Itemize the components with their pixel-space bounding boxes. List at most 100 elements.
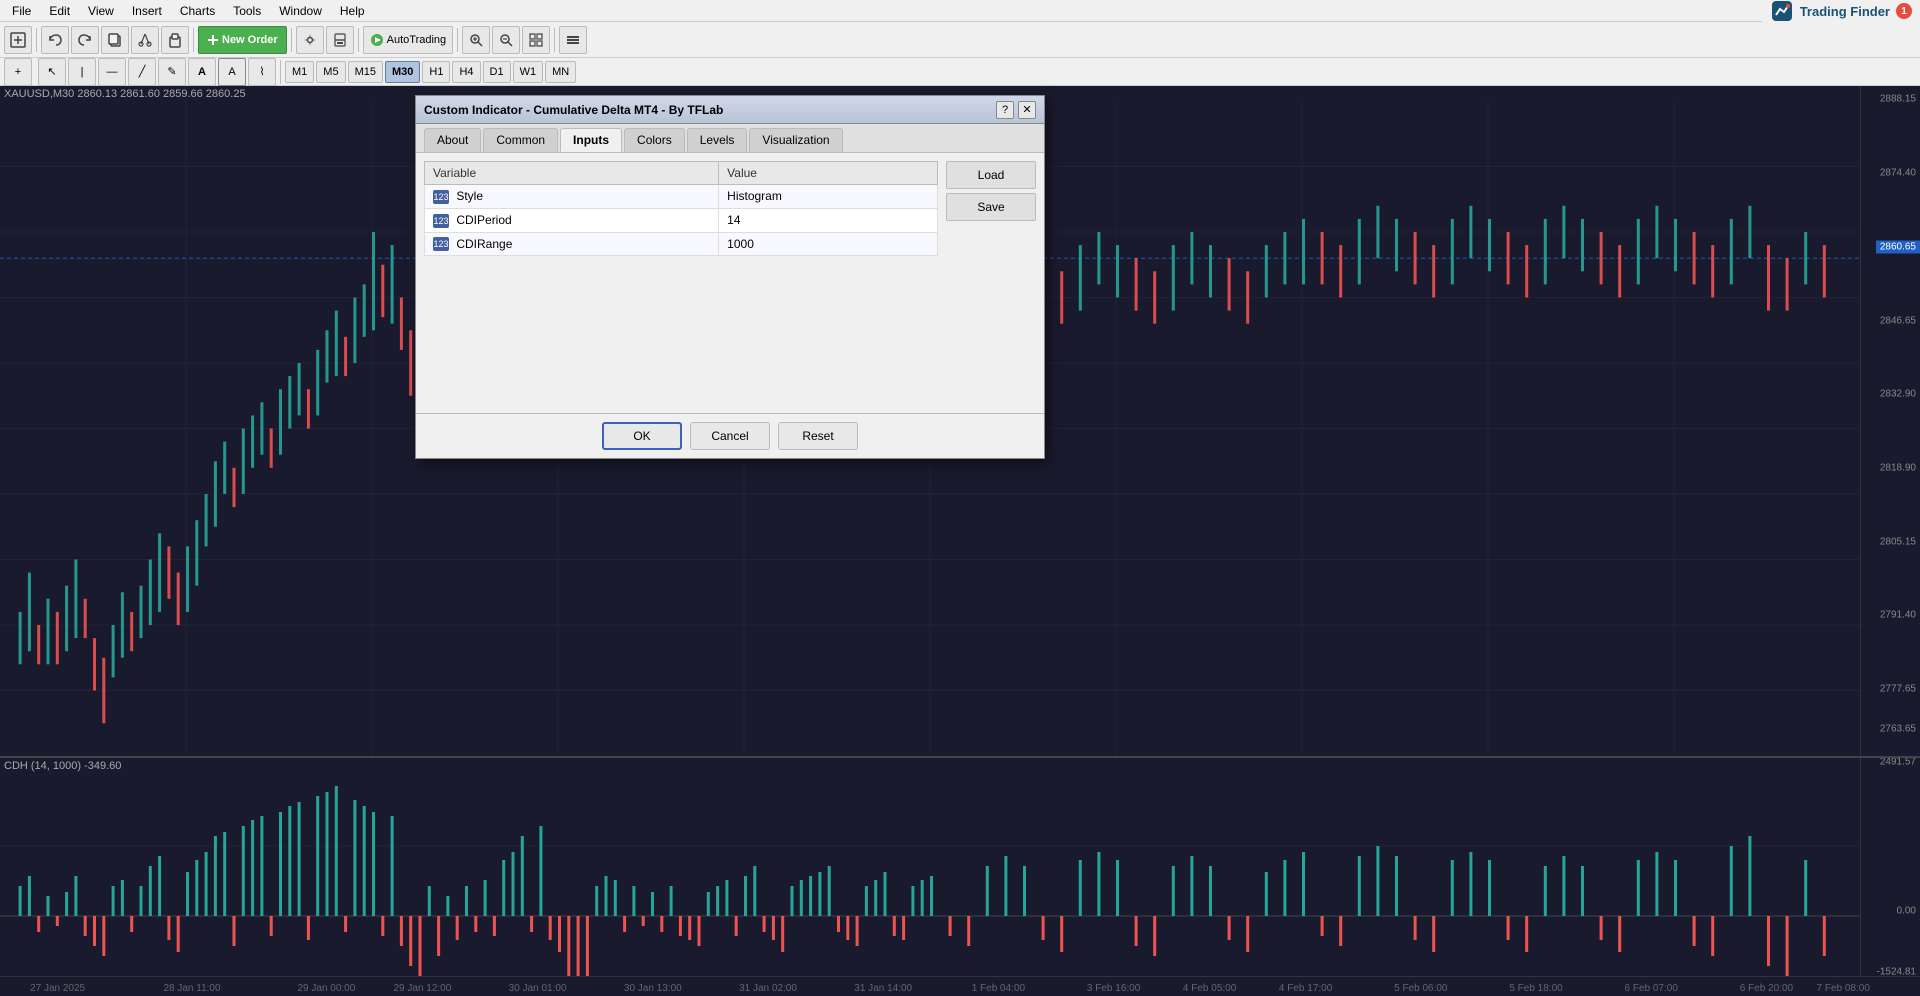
tab-inputs[interactable]: Inputs (560, 128, 622, 152)
tf-m15[interactable]: M15 (348, 61, 383, 83)
separator-6 (554, 28, 555, 52)
indicator-svg (0, 776, 1860, 976)
modal-help-btn[interactable]: ? (996, 101, 1014, 119)
tf-m30[interactable]: M30 (385, 61, 420, 83)
ok-button[interactable]: OK (602, 422, 682, 450)
table-row[interactable]: 123 Style Histogram (425, 185, 938, 209)
tab-colors[interactable]: Colors (624, 128, 685, 152)
tab-common[interactable]: Common (483, 128, 558, 152)
print-btn[interactable] (326, 26, 354, 54)
time-label-13: 5 Feb 18:00 (1509, 983, 1562, 994)
zoom-in-btn[interactable] (462, 26, 490, 54)
new-chart-btn[interactable] (4, 26, 32, 54)
tf-m5[interactable]: M5 (316, 61, 345, 83)
autotrading-btn[interactable]: AutoTrading (363, 26, 454, 54)
navigator-btn[interactable] (559, 26, 587, 54)
separator-4 (358, 28, 359, 52)
cancel-button[interactable]: Cancel (690, 422, 770, 450)
fibonacci-btn[interactable]: ⌇ (248, 58, 276, 86)
time-label-0: 27 Jan 2025 (30, 983, 85, 994)
save-btn[interactable]: Save (946, 193, 1036, 221)
menu-charts[interactable]: Charts (172, 2, 223, 20)
row-variable-0: 123 Style (425, 185, 719, 209)
zoom-out-btn[interactable] (492, 26, 520, 54)
menu-file[interactable]: File (4, 2, 39, 20)
separator-3 (291, 28, 292, 52)
modal-tabs: About Common Inputs Colors Levels Visual… (416, 124, 1044, 153)
menu-window[interactable]: Window (271, 2, 330, 20)
row-value-2: 1000 (719, 232, 938, 256)
indicator-label: CDH (14, 1000) -349.60 (4, 760, 121, 772)
draw-tools-btn[interactable]: ✎ (158, 58, 186, 86)
crosshair-btn[interactable]: + (4, 58, 32, 86)
toolbar: New Order AutoTrading (0, 22, 1920, 58)
table-row[interactable]: 123 CDIRange 1000 (425, 232, 938, 256)
tf-d1[interactable]: D1 (483, 61, 511, 83)
menu-view[interactable]: View (80, 2, 122, 20)
text-btn[interactable]: A (188, 58, 216, 86)
paste-btn[interactable] (161, 26, 189, 54)
label-btn[interactable]: A (218, 58, 246, 86)
horizontal-line-btn[interactable]: — (98, 58, 126, 86)
time-label-16: 7 Feb 08:00 (1817, 983, 1870, 994)
copy-btn[interactable] (101, 26, 129, 54)
grid-btn[interactable] (522, 26, 550, 54)
tab-levels[interactable]: Levels (687, 128, 748, 152)
time-label-11: 4 Feb 17:00 (1279, 983, 1332, 994)
separator-2 (193, 28, 194, 52)
trading-finder-logo: Trading Finder 1 (1762, 0, 1920, 22)
price-label-5: 2832.90 (1880, 389, 1916, 400)
undo-btn[interactable] (41, 26, 69, 54)
tab-about[interactable]: About (424, 128, 481, 152)
time-label-10: 4 Feb 05:00 (1183, 983, 1236, 994)
tab-visualization[interactable]: Visualization (749, 128, 842, 152)
modal-titlebar: Custom Indicator - Cumulative Delta MT4 … (416, 96, 1044, 124)
time-axis: 27 Jan 2025 28 Jan 11:00 29 Jan 00:00 29… (0, 976, 1920, 996)
tf-h1[interactable]: H1 (422, 61, 450, 83)
vertical-line-btn[interactable]: | (68, 58, 96, 86)
indicator-price-axis: 2491.57 0.00 -1524.81 (1860, 758, 1920, 976)
row-value-1: 14 (719, 208, 938, 232)
time-label-6: 31 Jan 02:00 (739, 983, 797, 994)
load-btn[interactable]: Load (946, 161, 1036, 189)
modal-close-btn[interactable]: ✕ (1018, 101, 1036, 119)
price-label-9: 2777.65 (1880, 684, 1916, 695)
new-order-btn[interactable]: New Order (198, 26, 287, 54)
time-label-14: 6 Feb 07:00 (1625, 983, 1678, 994)
time-label-12: 5 Feb 06:00 (1394, 983, 1447, 994)
cursor-btn[interactable]: ↖ (38, 58, 66, 86)
settings-btn[interactable] (296, 26, 324, 54)
reset-button[interactable]: Reset (778, 422, 858, 450)
tf-mn[interactable]: MN (545, 61, 576, 83)
time-label-2: 29 Jan 00:00 (297, 983, 355, 994)
modal-content: Variable Value 123 Style Histogram (416, 153, 1044, 413)
redo-btn[interactable] (71, 26, 99, 54)
symbol-label: XAUUSD,M30 2860.13 2861.60 2859.66 2860.… (4, 88, 246, 100)
tf-w1[interactable]: W1 (513, 61, 544, 83)
time-label-3: 29 Jan 12:00 (393, 983, 451, 994)
tf-m1[interactable]: M1 (285, 61, 314, 83)
time-label-1: 28 Jan 11:00 (163, 983, 220, 994)
inputs-table: Variable Value 123 Style Histogram (424, 161, 938, 256)
menu-insert[interactable]: Insert (124, 2, 170, 20)
menu-help[interactable]: Help (332, 2, 373, 20)
trendline-btn[interactable]: ╱ (128, 58, 156, 86)
time-label-4: 30 Jan 01:00 (509, 983, 567, 994)
row-icon-1: 123 (433, 214, 449, 228)
menu-edit[interactable]: Edit (41, 2, 78, 20)
separator-1 (36, 28, 37, 52)
tf-h4[interactable]: H4 (452, 61, 480, 83)
price-label-8: 2791.40 (1880, 610, 1916, 621)
ind-price-label-1: 2491.57 (1880, 757, 1916, 768)
modal-footer: OK Cancel Reset (416, 413, 1044, 458)
price-label-2: 2874.40 (1880, 168, 1916, 179)
menu-bar: File Edit View Insert Charts Tools Windo… (0, 0, 1920, 22)
col-value: Value (719, 162, 938, 185)
row-value-0: Histogram (719, 185, 938, 209)
cut-btn[interactable] (131, 26, 159, 54)
row-icon-0: 123 (433, 190, 449, 204)
row-variable-2: 123 CDIRange (425, 232, 719, 256)
side-buttons: Load Save (946, 161, 1036, 405)
menu-tools[interactable]: Tools (225, 2, 269, 20)
table-row[interactable]: 123 CDIPeriod 14 (425, 208, 938, 232)
